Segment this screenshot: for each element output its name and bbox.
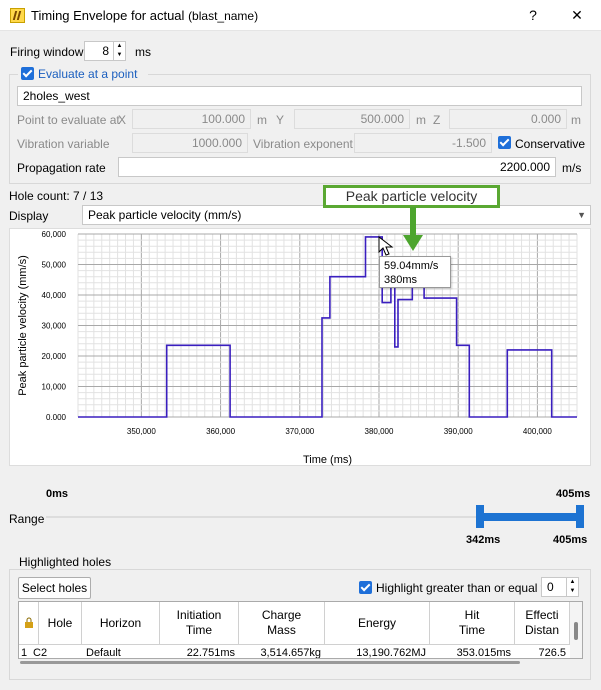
range-min-label: 0ms bbox=[46, 488, 69, 500]
tooltip-time: 380ms bbox=[384, 274, 418, 286]
range-high-handle[interactable] bbox=[576, 505, 584, 528]
series-line bbox=[78, 236, 577, 418]
cell-initiation-time: 22.751ms bbox=[186, 647, 235, 659]
x-tick-label: 360,000 bbox=[206, 427, 235, 436]
threshold-value: 0 bbox=[547, 580, 554, 594]
mouse-cursor-icon bbox=[378, 236, 394, 256]
col-horizon[interactable]: Horizon bbox=[82, 602, 160, 645]
range-max-label: 405ms bbox=[556, 488, 591, 500]
y-axis-label: Peak particle velocity (mm/s) bbox=[17, 255, 29, 396]
cell-horizon: Default bbox=[86, 647, 121, 659]
y-tick-label: 40,000 bbox=[42, 291, 67, 300]
x-axis-label: Time (ms) bbox=[303, 454, 352, 466]
lock-column-header[interactable] bbox=[19, 602, 39, 645]
callout-box: Peak particle velocity bbox=[323, 185, 500, 208]
x-tick-label: 350,000 bbox=[127, 427, 156, 436]
x-tick-label: 390,000 bbox=[444, 427, 473, 436]
range-high-value: 405ms bbox=[553, 534, 588, 546]
spin-up-icon[interactable]: ▲ bbox=[567, 578, 578, 587]
cell-effective-distance: 726.5 bbox=[538, 647, 566, 659]
col-hole[interactable]: Hole bbox=[39, 602, 82, 645]
cell-hole: C2 bbox=[33, 647, 48, 659]
select-holes-button[interactable]: Select holes bbox=[18, 577, 91, 599]
y-tick-label: 20,000 bbox=[42, 352, 67, 361]
range-label: Range bbox=[9, 512, 45, 526]
y-tick-label: 50,000 bbox=[42, 261, 67, 270]
x-tick-label: 370,000 bbox=[285, 427, 314, 436]
cell-energy: 13,190.762MJ bbox=[356, 647, 426, 659]
y-tick-label: 30,000 bbox=[42, 322, 67, 331]
range-low-handle[interactable] bbox=[476, 505, 484, 528]
highlight-checkbox[interactable] bbox=[359, 581, 372, 594]
lock-icon bbox=[24, 617, 33, 628]
threshold-spin[interactable]: ▲ ▼ bbox=[566, 578, 578, 596]
col-energy[interactable]: Energy bbox=[325, 602, 430, 645]
chart-tooltip: 59.04mm/s 380ms bbox=[379, 256, 451, 288]
col-effective-distance[interactable]: Effecti Distan bbox=[515, 602, 570, 645]
col-hit-time[interactable]: Hit Time bbox=[430, 602, 515, 645]
highlight-label: Highlight greater than or equal to bbox=[376, 581, 551, 595]
threshold-input[interactable]: 0 ▲ ▼ bbox=[541, 577, 579, 597]
spin-down-icon[interactable]: ▼ bbox=[567, 587, 578, 596]
callout-arrow-icon bbox=[403, 207, 423, 251]
range-selection[interactable] bbox=[480, 513, 584, 521]
ppv-chart: 350,000 360,000 370,000 380,000 390,000 400,0… bbox=[17, 230, 578, 466]
x-tick-label: 380,000 bbox=[365, 427, 394, 436]
tooltip-value: 59.04mm/s bbox=[384, 260, 439, 272]
col-charge-mass[interactable]: Charge Mass bbox=[239, 602, 325, 645]
cell-hit-time: 353.015ms bbox=[456, 647, 511, 659]
scrollbar-thumb[interactable] bbox=[574, 622, 578, 640]
cell-charge-mass: 3,514.657kg bbox=[260, 647, 321, 659]
chart-grid bbox=[77, 233, 578, 418]
y-tick-label: 60,000 bbox=[42, 230, 67, 239]
y-tick-label: 0.000 bbox=[46, 413, 67, 422]
col-initiation-time[interactable]: Initiation Time bbox=[160, 602, 239, 645]
horizontal-scrollbar-thumb[interactable] bbox=[20, 661, 520, 664]
highlighted-group-label: Highlighted holes bbox=[16, 555, 115, 569]
vertical-scrollbar[interactable] bbox=[570, 602, 582, 658]
holes-table: Hole Horizon Initiation Time Charge Mass… bbox=[18, 601, 583, 659]
y-tick-label: 10,000 bbox=[42, 383, 67, 392]
range-low-value: 342ms bbox=[466, 534, 501, 546]
x-tick-label: 400,000 bbox=[523, 427, 552, 436]
